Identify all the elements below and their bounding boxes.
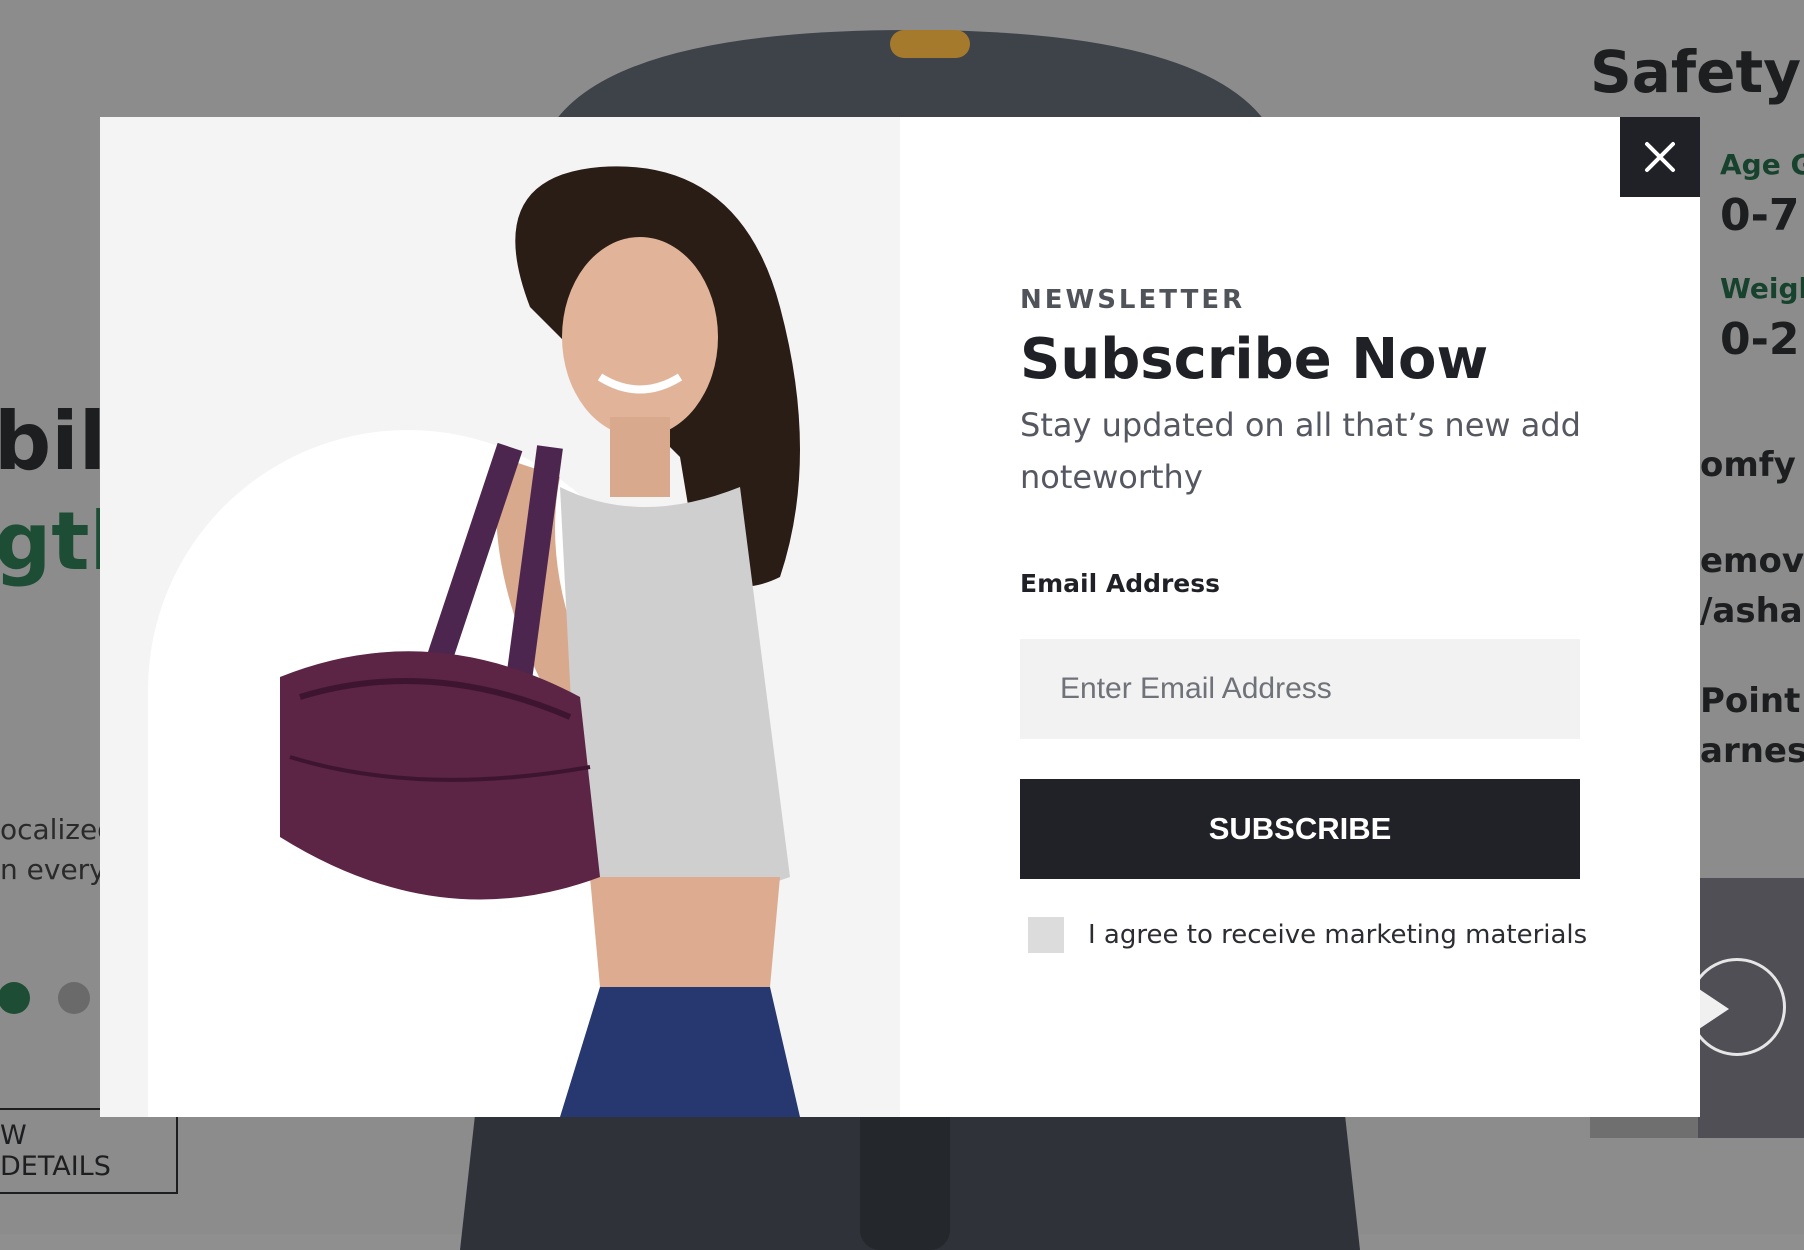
spec-value-age: 0-7 xyxy=(1720,190,1800,241)
spec-value-weight: 0-2 xyxy=(1720,314,1800,365)
spec-label-weight: Weight xyxy=(1720,272,1804,305)
newsletter-eyebrow: NEWSLETTER xyxy=(1020,285,1246,315)
consent-label[interactable]: I agree to receive marketing materials xyxy=(1088,920,1587,950)
newsletter-modal: NEWSLETTER Subscribe Now Stay updated on… xyxy=(100,117,1700,1117)
feature-item: Point xyxy=(1700,681,1801,721)
spec-label-age: Age Gr xyxy=(1720,148,1804,181)
email-label: Email Address xyxy=(1020,569,1221,598)
modal-form-panel: NEWSLETTER Subscribe Now Stay updated on… xyxy=(900,117,1700,1117)
feature-item: arness xyxy=(1700,731,1804,771)
email-input[interactable] xyxy=(1020,639,1580,739)
modal-title: Subscribe Now xyxy=(1020,327,1489,392)
feature-item: /ashab xyxy=(1700,591,1804,631)
carousel-dot[interactable] xyxy=(58,982,90,1014)
modal-image-panel xyxy=(100,117,900,1117)
marketing-consent: I agree to receive marketing materials xyxy=(1028,917,1587,953)
feature-item: emova xyxy=(1700,541,1804,581)
subscribe-button[interactable]: SUBSCRIBE xyxy=(1020,779,1580,879)
play-icon[interactable] xyxy=(1688,958,1786,1056)
product-title: Safety C xyxy=(1590,38,1804,106)
view-details-button[interactable]: W DETAILS xyxy=(0,1108,178,1194)
feature-item: omfy I xyxy=(1700,445,1804,485)
consent-checkbox[interactable] xyxy=(1028,917,1064,953)
close-icon xyxy=(1645,142,1675,172)
hero-heading: bil xyxy=(0,395,107,488)
carousel-dot-active[interactable] xyxy=(0,982,30,1014)
modal-subtitle: Stay updated on all that’s new add notew… xyxy=(1020,406,1581,496)
woman-with-bag-image xyxy=(280,166,800,1117)
close-button[interactable] xyxy=(1620,117,1700,197)
